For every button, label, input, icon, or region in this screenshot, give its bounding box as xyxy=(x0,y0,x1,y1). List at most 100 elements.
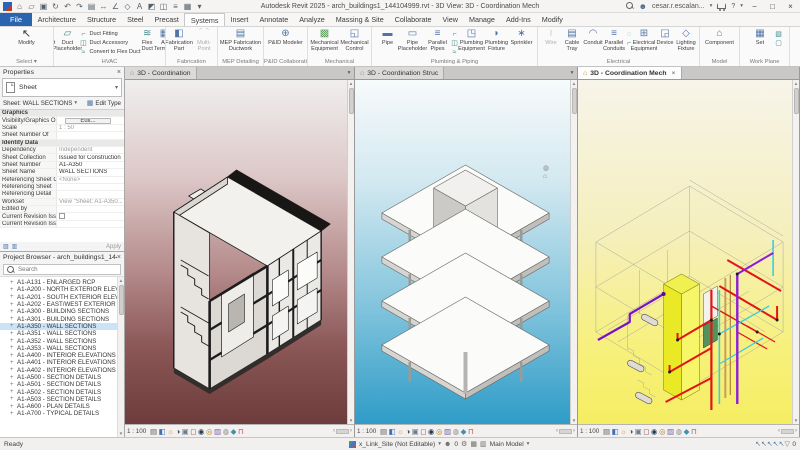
viewport3-scrollbar[interactable]: ▲ ▼ xyxy=(792,80,799,424)
viewport2-scrollbar[interactable]: ▲ ▼ xyxy=(570,80,577,424)
Visibility/Graphics O...[interactable]: Visibility/Graphics O... Edit... xyxy=(0,117,124,125)
apply-button[interactable]: Apply xyxy=(106,244,121,250)
tab-overflow-icon[interactable]: ▾ xyxy=(567,67,577,79)
detail-level-icon[interactable]: ▤ xyxy=(380,427,387,436)
sheet-tree-item[interactable]: +A1-A201 - SOUTH EXTERIOR ELEVATION xyxy=(0,294,124,301)
pipe-fitting-icon[interactable]: ⌐ xyxy=(451,30,459,38)
expand-icon[interactable]: + xyxy=(10,404,15,410)
detail-level-icon[interactable]: ▤ xyxy=(150,427,157,436)
convert-to-flex-duct-button[interactable]: ≈ Convert to Flex Duct xyxy=(79,48,141,56)
default-3d-view-icon[interactable]: ◩ xyxy=(146,1,157,12)
sheet-tree-item[interactable]: + A1-A501 - SECTION DETAILS xyxy=(0,381,124,388)
Graphics[interactable]: Graphics xyxy=(0,110,124,118)
expand-icon[interactable]: + xyxy=(10,316,15,322)
minimize-button[interactable]: − xyxy=(748,2,761,11)
restore-button[interactable]: □ xyxy=(766,2,779,11)
viewcube-home-icon[interactable]: ⌂ xyxy=(543,173,549,180)
Sheet Number[interactable]: Sheet Number A1-A350 xyxy=(0,161,124,170)
viewport1-scrollbar[interactable]: ▲ ▼ xyxy=(347,80,354,424)
worksharing-display-icon[interactable]: ◍ xyxy=(676,427,683,436)
expand-icon[interactable]: + xyxy=(10,338,15,344)
sun-path-icon[interactable]: ☼ xyxy=(167,427,174,436)
temporary-view-properties-icon[interactable]: ▨ xyxy=(214,427,221,436)
Workset[interactable]: Workset View "Sheet: A1-A350... xyxy=(0,198,124,207)
sun-path-icon[interactable]: ☼ xyxy=(397,427,404,436)
ribbon-tab[interactable]: Precast xyxy=(149,13,184,26)
ribbon-tab[interactable]: Modify xyxy=(536,13,568,26)
modify-button[interactable]: ↖ Modify xyxy=(13,28,40,46)
sheet-tree-item[interactable]: + A1-A300 - BUILDING SECTIONS xyxy=(0,308,124,315)
pid-modeler-button[interactable]: ⊕ P&ID Modeler xyxy=(266,28,306,46)
ribbon-tab[interactable]: Architecture xyxy=(32,13,81,26)
editing-requests-icon[interactable]: ☻ xyxy=(444,441,451,448)
canvas-coordination[interactable]: ▲ ▼ xyxy=(125,80,354,424)
worksharing-display-icon[interactable]: ◍ xyxy=(223,427,230,436)
visual-style-icon[interactable]: ◧ xyxy=(159,427,166,436)
sheet-tree-item[interactable]: + A1-A131 - ENLARGED RCP xyxy=(0,279,124,286)
displacement-icon[interactable]: ◆ xyxy=(461,427,467,436)
properties-close-icon[interactable]: × xyxy=(117,69,121,76)
detail-level-icon[interactable]: ▤ xyxy=(603,427,610,436)
measure-icon[interactable]: ↔ xyxy=(98,1,109,12)
view-scale[interactable]: 1 : 100 xyxy=(580,428,601,435)
canvas-coordination-mech[interactable]: ▲ ▼ xyxy=(578,80,799,424)
shadows-icon[interactable]: ◑ xyxy=(629,427,634,436)
customize-qat-icon[interactable]: ▾ xyxy=(194,1,205,12)
text-icon[interactable]: A xyxy=(134,1,145,12)
sheet-tree-item[interactable]: + A1-A351 - WALL SECTIONS xyxy=(0,330,124,337)
worksharing-display-icon[interactable]: ◍ xyxy=(453,427,460,436)
navigation-bar[interactable]: ◍ ⌂ xyxy=(543,165,549,180)
browser-search-input[interactable] xyxy=(18,266,108,273)
pipe-button[interactable]: ▬ Pipe xyxy=(376,28,400,46)
Current Revision Issu...[interactable]: Current Revision Issu... xyxy=(0,213,124,221)
sheet-tree-item[interactable]: + A1-A350 - WALL SECTIONS xyxy=(0,322,124,331)
parallel-conduits-button[interactable]: ≡ Parallel Conduits xyxy=(603,28,625,52)
ribbon-tab[interactable]: Manage xyxy=(463,13,500,26)
expand-icon[interactable]: + xyxy=(10,389,15,395)
sun-path-icon[interactable]: ☼ xyxy=(620,427,627,436)
reveal-hidden-elements-icon[interactable]: ◎ xyxy=(206,427,213,436)
shadows-icon[interactable]: ◑ xyxy=(406,427,411,436)
ribbon-tab[interactable]: Structure xyxy=(81,13,121,26)
duct-placeholder-button[interactable]: ▱ Duct Placeholder xyxy=(54,28,82,52)
fabrication-part-button[interactable]: ◧ Fabrication Part xyxy=(166,28,193,52)
ribbon-tab[interactable]: Analyze xyxy=(294,13,331,26)
reveal-hidden-elements-icon[interactable]: ◎ xyxy=(436,427,443,436)
expand-icon[interactable]: + xyxy=(10,287,15,293)
expand-icon[interactable]: + xyxy=(10,345,15,351)
design-option-chevron-icon[interactable]: ▾ xyxy=(527,441,530,447)
sheet-tree-item[interactable]: + A1-A353 - WALL SECTIONS xyxy=(0,345,124,352)
undo-icon[interactable]: ↶ xyxy=(62,1,73,12)
switch-windows-icon[interactable]: ▦ xyxy=(182,1,193,12)
scroll-thumb[interactable] xyxy=(118,285,124,315)
mechanical-equipment-button[interactable]: ▩ Mechanical Equipment xyxy=(310,28,339,52)
expand-icon[interactable]: + xyxy=(10,309,15,315)
file-tab[interactable]: File xyxy=(0,13,33,26)
sheet-tree-item[interactable]: +A1-A200 - NORTH EXTERIOR ELEVATION xyxy=(0,286,124,293)
selected-type[interactable]: Sheet: WALL SECTIONS xyxy=(3,100,72,107)
component-button[interactable]: ⌂ Component xyxy=(705,28,734,46)
sync-with-central-icon[interactable]: ↻ xyxy=(50,1,61,12)
displacement-icon[interactable]: ◆ xyxy=(684,427,690,436)
sheet-tree-item[interactable]: + A1-A400 - INTERIOR ELEVATIONS xyxy=(0,352,124,359)
air-terminal-button[interactable]: ▦Air Terminal xyxy=(154,28,165,52)
view-scale[interactable]: 1 : 100 xyxy=(127,428,148,435)
expand-icon[interactable]: + xyxy=(10,360,15,366)
sheet-tree-item[interactable]: + A1-A502 - SECTION DETAILS xyxy=(0,388,124,396)
sheet-tree-item[interactable]: + A1-A503 - SECTION DETAILS xyxy=(0,396,124,403)
sheet-tree-item[interactable]: + A1-A301 - BUILDING SECTIONS xyxy=(0,315,124,323)
sheet-tree-item[interactable]: + A1-A500 - SECTION DETAILS xyxy=(0,374,124,381)
active-workset[interactable]: x_Link_Site (Not Editable) xyxy=(359,441,435,448)
design-options-icon[interactable]: ▦ xyxy=(470,440,477,448)
save-icon[interactable]: ▣ xyxy=(38,1,49,12)
section-icon[interactable]: ◫ xyxy=(158,1,169,12)
expand-icon[interactable]: + xyxy=(10,375,15,381)
sheet-tree-item[interactable]: + A1-A700 - TYPICAL DETAILS xyxy=(0,410,124,417)
aligned-dimension-icon[interactable]: ∠ xyxy=(110,1,121,12)
crop-view-icon[interactable]: ▣ xyxy=(412,427,419,436)
selected-type-chevron-icon[interactable]: ▾ xyxy=(74,100,77,106)
ribbon-tab[interactable]: Add-Ins xyxy=(500,13,536,26)
help-chevron-icon[interactable]: ▾ xyxy=(740,3,743,9)
expand-icon[interactable]: + xyxy=(10,367,15,373)
view-tab-coordination[interactable]: ⌂ 3D - Coordination xyxy=(125,67,197,79)
